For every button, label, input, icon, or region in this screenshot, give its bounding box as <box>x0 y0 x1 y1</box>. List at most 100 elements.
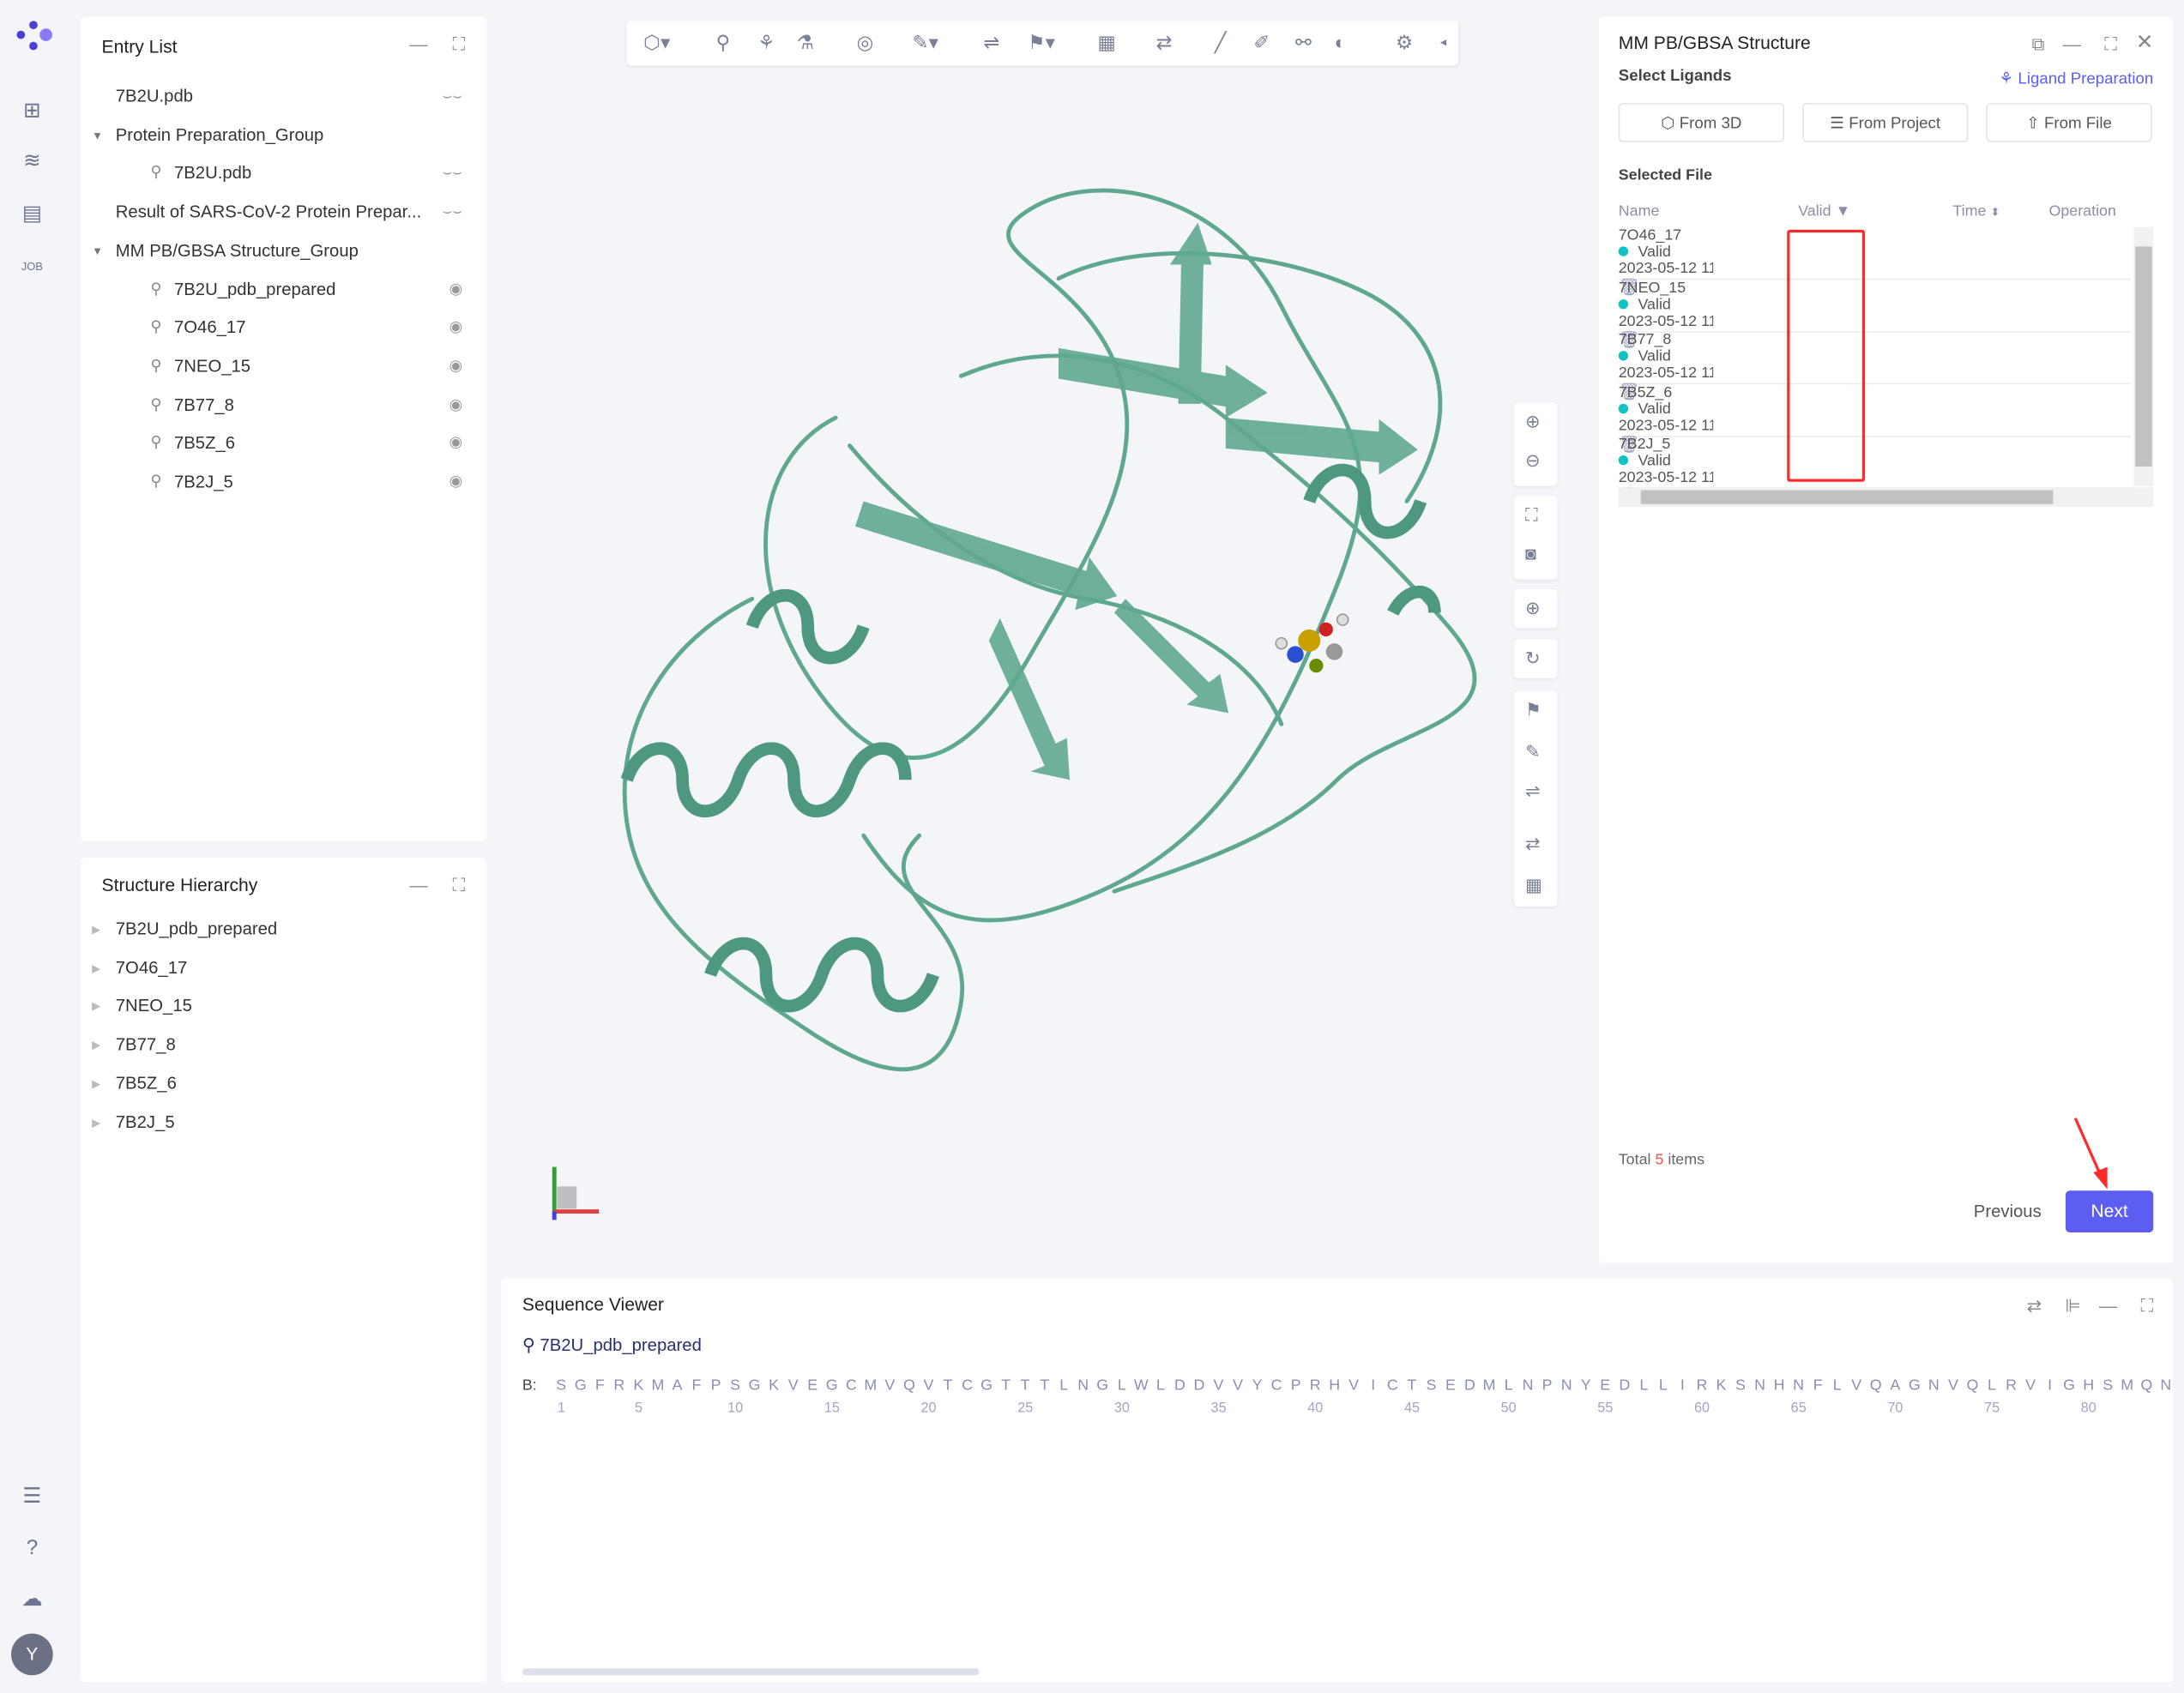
align-icon[interactable]: ⇌ <box>1525 780 1541 802</box>
residue[interactable]: M <box>1480 1377 1499 1394</box>
residue[interactable]: T <box>1035 1377 1054 1394</box>
ligand-icon[interactable]: ⚘ <box>757 31 775 55</box>
residue[interactable]: D <box>1615 1377 1635 1394</box>
residue[interactable]: A <box>667 1377 687 1394</box>
help-icon[interactable]: ? <box>18 1534 45 1562</box>
tree-item[interactable]: ⚲ 7O46_17 ◉ <box>81 310 485 347</box>
residue[interactable]: G <box>977 1377 997 1394</box>
previous-button[interactable]: Previous <box>1974 1202 2042 1221</box>
from-project-button[interactable]: ☰ From Project <box>1802 103 1969 142</box>
table-row[interactable]: 7NEO_15 Valid 2023-05-12 11 🗑 <box>1618 280 2132 349</box>
residue[interactable]: F <box>1808 1377 1828 1394</box>
layers-icon[interactable]: ≋ <box>18 148 45 175</box>
residue[interactable]: V <box>1944 1377 1964 1394</box>
eye-closed-icon[interactable]: ⌣⌣ <box>443 194 463 232</box>
tree-item[interactable]: ⚲ 7B77_8 ◉ <box>81 387 485 425</box>
camera-icon[interactable]: ◙ <box>1525 543 1536 563</box>
image-icon[interactable]: ▦ <box>1097 31 1115 55</box>
surface-icon[interactable]: ◐ <box>1335 31 1347 53</box>
residue[interactable]: E <box>803 1377 823 1394</box>
maximize-icon[interactable]: ⛶ <box>453 875 466 897</box>
table-row[interactable]: 7O46_17 Valid 2023-05-12 11 🗑 <box>1618 227 2132 297</box>
residue[interactable]: K <box>1711 1377 1731 1394</box>
from-3d-button[interactable]: ⬡ From 3D <box>1618 103 1784 142</box>
residue[interactable]: T <box>1403 1377 1422 1394</box>
avatar[interactable]: Y <box>10 1633 53 1676</box>
residue[interactable]: Q <box>1866 1377 1885 1394</box>
residue[interactable]: K <box>764 1377 784 1394</box>
ligand-preparation-link[interactable]: ⚘ Ligand Preparation <box>1999 69 2153 87</box>
residue[interactable]: T <box>996 1377 1016 1394</box>
residue[interactable]: N <box>1750 1377 1770 1394</box>
align-icon[interactable]: ⇌ <box>983 31 999 55</box>
filter-icon[interactable]: ▼ <box>1836 203 1851 220</box>
ruler-icon[interactable]: ✎ <box>1525 741 1541 763</box>
table-row[interactable]: 7B5Z_6 Valid 2023-05-12 11 🗑 <box>1618 384 2132 454</box>
swap-icon[interactable]: ⇄ <box>2027 1295 2042 1317</box>
residue[interactable]: L <box>1634 1377 1654 1394</box>
residue[interactable]: Q <box>900 1377 920 1394</box>
bond-icon[interactable]: ⚯ <box>1295 31 1312 55</box>
residue[interactable]: G <box>745 1377 764 1394</box>
column-name[interactable]: Name <box>1619 203 1660 220</box>
from-file-button[interactable]: ⇧ From File <box>1986 103 2152 142</box>
logo-icon[interactable] <box>13 16 55 58</box>
close-icon[interactable]: ✕ <box>2136 29 2153 55</box>
residue[interactable]: C <box>1267 1377 1287 1394</box>
residue[interactable]: H <box>1770 1377 1789 1394</box>
maximize-icon[interactable]: ⛶ <box>2104 33 2117 56</box>
sequence-entry[interactable]: ⚲ 7B2U_pdb_prepared <box>522 1335 702 1355</box>
horizontal-scrollbar[interactable] <box>1618 487 2154 508</box>
residue[interactable]: H <box>2078 1377 2098 1394</box>
residue[interactable]: A <box>1885 1377 1905 1394</box>
residue[interactable]: G <box>1093 1377 1113 1394</box>
column-valid[interactable]: Valid ▼ <box>1798 203 1850 220</box>
pencil-icon[interactable]: ✐ <box>1253 31 1270 55</box>
residue[interactable]: T <box>938 1377 958 1394</box>
tree-item[interactable]: ⚲ 7B2U.pdb ⌣⌣ <box>81 155 485 193</box>
column-time[interactable]: Time ⬍ <box>1952 203 2000 220</box>
crosshair-icon[interactable]: ⊕ <box>1525 598 1541 620</box>
zoom-out-icon[interactable]: ⊖ <box>1525 449 1541 472</box>
residue[interactable]: N <box>1073 1377 1093 1394</box>
residue[interactable]: L <box>1151 1377 1171 1394</box>
tree-item[interactable]: ⚲ 7B2U_pdb_prepared ◉ <box>81 271 485 309</box>
list-icon[interactable]: ☰ <box>18 1483 45 1510</box>
residue[interactable]: V <box>880 1377 900 1394</box>
cloud-icon[interactable]: ☁ <box>18 1586 45 1613</box>
horizontal-scrollbar[interactable] <box>522 1668 980 1676</box>
target-icon[interactable]: ◎ <box>857 31 874 55</box>
bookmark-icon[interactable]: ⚑▾ <box>1028 31 1055 55</box>
caret-right-icon[interactable]: ▶ <box>92 988 100 1026</box>
minimize-icon[interactable]: — <box>409 33 427 54</box>
residue[interactable]: Y <box>1247 1377 1267 1394</box>
residue[interactable]: E <box>1441 1377 1461 1394</box>
residue[interactable]: H <box>1324 1377 1344 1394</box>
residue[interactable]: D <box>1190 1377 1210 1394</box>
settings-icon[interactable]: ⚙ <box>1396 31 1413 55</box>
sort-icon[interactable]: ⬍ <box>1990 206 2000 219</box>
eye-icon[interactable]: ◉ <box>449 387 462 425</box>
residue[interactable]: F <box>590 1377 610 1394</box>
residue[interactable]: Y <box>1576 1377 1596 1394</box>
tree-item[interactable]: ⚲ 7B2J_5 ◉ <box>81 464 485 502</box>
residue[interactable]: P <box>1537 1377 1557 1394</box>
residue[interactable]: F <box>687 1377 707 1394</box>
residue[interactable]: V <box>783 1377 803 1394</box>
caret-down-icon[interactable]: ▼ <box>92 232 103 270</box>
residue[interactable]: G <box>1905 1377 1925 1394</box>
table-row[interactable]: 7B2J_5Valid2023-05-12 11🗑 <box>1618 437 2132 506</box>
residue[interactable]: L <box>1113 1377 1132 1394</box>
residue[interactable]: V <box>919 1377 938 1394</box>
tree-item[interactable]: ▶ 7B5Z_6 <box>81 1065 485 1103</box>
residue[interactable]: L <box>1654 1377 1674 1394</box>
tree-item[interactable]: ▶ 7O46_17 <box>81 949 485 987</box>
residue[interactable]: M <box>649 1377 668 1394</box>
residue[interactable]: S <box>552 1377 571 1394</box>
cube-icon[interactable]: ⬡▾ <box>643 31 670 55</box>
caret-down-icon[interactable]: ▼ <box>92 117 103 154</box>
residue[interactable]: V <box>1847 1377 1867 1394</box>
residue[interactable]: G <box>2060 1377 2079 1394</box>
job-icon[interactable]: JOB <box>18 254 45 281</box>
align-icon[interactable]: ⊫ <box>2065 1295 2080 1317</box>
